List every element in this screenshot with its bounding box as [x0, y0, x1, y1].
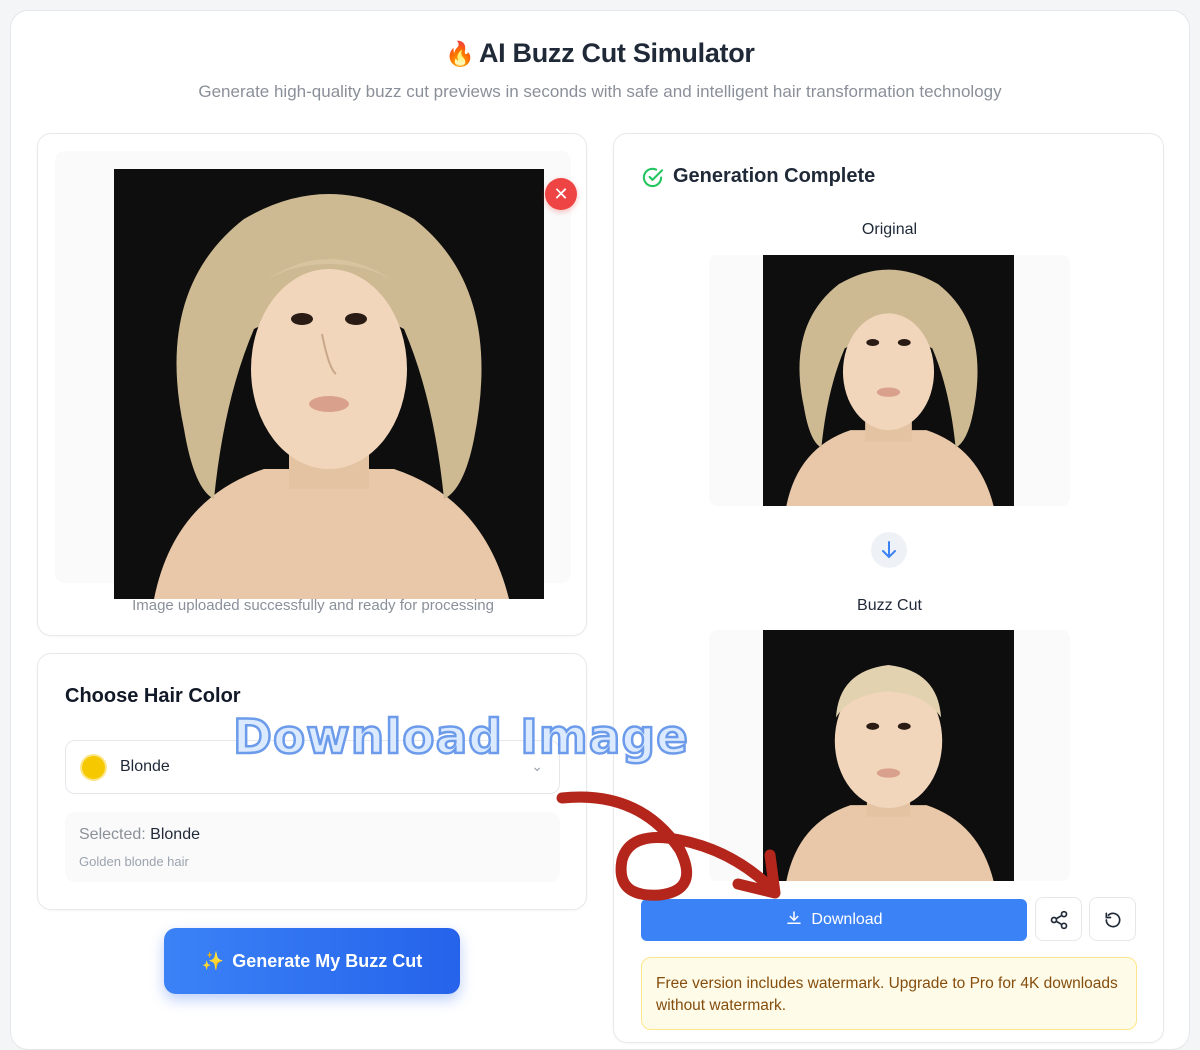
selected-color-description: Golden blonde hair: [79, 854, 189, 869]
share-icon: [1050, 910, 1068, 930]
hair-color-card: Choose Hair Color Blonde ⌄ Selected: Blo…: [37, 653, 587, 910]
watermark-notice: Free version includes watermark. Upgrade…: [641, 957, 1137, 1030]
result-card: Generation Complete Original Buzz Cut Do…: [613, 133, 1164, 1043]
download-icon: [787, 911, 802, 924]
page-title: 🔥 AI Buzz Cut Simulator: [0, 38, 1200, 69]
share-button[interactable]: [1035, 897, 1082, 941]
check-circle-icon: [642, 167, 664, 188]
original-image: [763, 255, 1014, 506]
page-title-text: AI Buzz Cut Simulator: [478, 38, 755, 68]
generation-status-text: Generation Complete: [673, 165, 876, 187]
regenerate-button[interactable]: [1089, 897, 1136, 941]
selected-prefix: Selected:: [79, 826, 146, 843]
buzz-cut-image: [763, 630, 1014, 881]
selected-color-label: Blonde: [120, 758, 170, 775]
uploaded-photo: [114, 169, 544, 599]
buzz-cut-preview-area: [709, 630, 1070, 881]
selected-line: Selected: Blonde: [79, 826, 200, 844]
photo-preview-area: ✕: [55, 151, 577, 599]
page-subtitle: Generate high-quality buzz cut previews …: [198, 82, 1002, 101]
hair-color-heading: Choose Hair Color: [65, 685, 241, 707]
sparkles-icon: ✨: [201, 951, 225, 971]
color-swatch: [80, 754, 107, 781]
upload-card: ✕ Image uploaded successfully and ready …: [37, 133, 587, 636]
original-preview-area: [709, 255, 1070, 506]
refresh-icon: [1105, 912, 1121, 928]
selected-color-summary: Selected: Blonde Golden blonde hair: [65, 812, 560, 882]
close-icon: ✕: [553, 184, 569, 204]
buzz-cut-label: Buzz Cut: [857, 597, 922, 614]
download-button-label: Download: [811, 911, 883, 928]
original-label: Original: [861, 221, 918, 238]
arrow-down-icon: [871, 532, 907, 568]
selected-value: Blonde: [150, 826, 200, 843]
annotation-label: Download Image: [232, 709, 690, 767]
upload-status: Image uploaded successfully and ready fo…: [132, 597, 494, 614]
download-button[interactable]: Download: [641, 899, 1027, 941]
generate-button[interactable]: ✨ Generate My Buzz Cut: [164, 928, 460, 994]
generate-button-label: Generate My Buzz Cut: [232, 951, 423, 971]
remove-image-button[interactable]: ✕: [545, 178, 577, 210]
flame-icon: 🔥: [445, 41, 475, 68]
